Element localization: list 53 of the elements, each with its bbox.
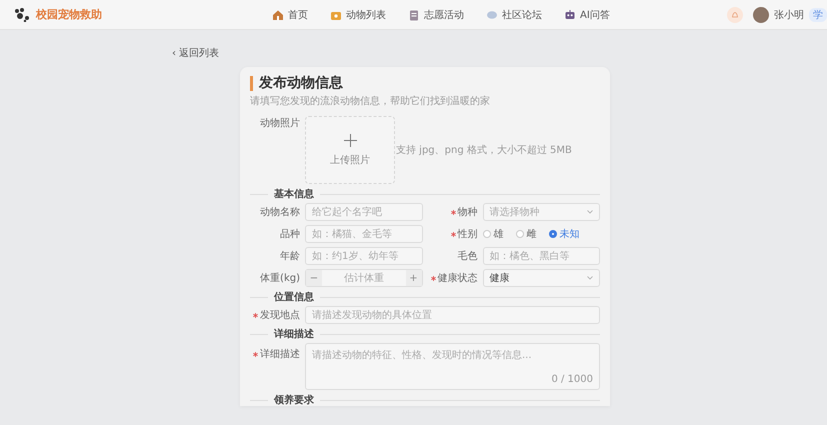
chat-bubble-icon bbox=[486, 8, 498, 20]
field-label: 动物名称 bbox=[260, 206, 300, 219]
character-counter: 0 / 1000 bbox=[551, 374, 593, 385]
field-label: 动物照片 bbox=[259, 116, 300, 130]
radio-option[interactable]: 雄 bbox=[482, 227, 504, 241]
field-label: 毛色 bbox=[458, 250, 478, 263]
field-label: 健康状态 bbox=[438, 272, 478, 285]
section-title: 位置信息 bbox=[274, 292, 314, 303]
bell-icon bbox=[731, 10, 739, 18]
text-input[interactable]: 如：约1岁、幼年等 bbox=[305, 247, 422, 265]
nav-link[interactable]: 动物列表 bbox=[327, 6, 389, 24]
increment-button[interactable]: + bbox=[406, 270, 422, 286]
text-input[interactable]: 如：橘色、黑白等 bbox=[482, 247, 600, 265]
nav-link[interactable]: 首页 bbox=[269, 6, 311, 24]
text-input[interactable]: 请描述发现动物的具体位置 bbox=[305, 306, 600, 324]
field-label: 发现地点 bbox=[260, 308, 300, 322]
nav-link[interactable]: AI问答 bbox=[561, 6, 613, 24]
nav-link[interactable]: 社区论坛 bbox=[483, 6, 545, 24]
text-input[interactable]: 如：橘猫、金毛等 bbox=[305, 225, 422, 243]
section-title: 基本信息 bbox=[274, 189, 314, 200]
section-title: 详细描述 bbox=[274, 329, 314, 340]
photo-upload-button[interactable]: 上传照片 bbox=[305, 116, 395, 184]
text-input[interactable]: 给它起个名字吧 bbox=[305, 203, 422, 221]
form-subtitle: 请填写您发现的流浪动物信息，帮助它们找到温暖的家 bbox=[250, 94, 491, 108]
field-label: 品种 bbox=[280, 228, 300, 241]
field-label: 年龄 bbox=[280, 250, 300, 263]
form-title: 发布动物信息 bbox=[250, 76, 600, 91]
radio-option[interactable]: 未知 bbox=[548, 227, 580, 241]
field-label: 详细描述 bbox=[260, 348, 300, 361]
textarea-placeholder: 请描述动物的特征、性格、发现时的情况等信息... bbox=[312, 348, 533, 362]
number-input[interactable]: − 估计体重 + bbox=[305, 269, 422, 287]
app-logo-text: 校园宠物救助 bbox=[36, 7, 102, 22]
robot-icon bbox=[564, 8, 576, 20]
section-title: 领养要求 bbox=[274, 395, 314, 406]
role-tag: 学 bbox=[809, 8, 827, 22]
plus-icon bbox=[344, 134, 356, 146]
field-label: 体重(kg) bbox=[260, 272, 300, 285]
radio-option[interactable]: 雌 bbox=[516, 227, 536, 241]
number-placeholder: 估计体重 bbox=[342, 272, 385, 285]
user-name: 张小明 bbox=[774, 8, 804, 22]
field-label: 物种 bbox=[458, 206, 478, 219]
chevron-down-icon bbox=[587, 210, 593, 214]
paw-logo-icon bbox=[14, 8, 30, 22]
back-link[interactable]: ‹ 返回列表 bbox=[172, 48, 220, 59]
field-label: 性别 bbox=[458, 228, 478, 241]
nav-link[interactable]: 志愿活动 bbox=[405, 6, 467, 24]
user-avatar[interactable] bbox=[753, 6, 769, 22]
chevron-down-icon bbox=[587, 276, 593, 280]
house-icon bbox=[272, 8, 284, 20]
decrement-button[interactable]: − bbox=[306, 270, 322, 286]
select-field[interactable]: 健康 bbox=[482, 269, 600, 287]
clipboard-icon bbox=[408, 8, 420, 20]
upload-hint: 支持 jpg、png 格式，大小不超过 5MB bbox=[396, 144, 573, 157]
